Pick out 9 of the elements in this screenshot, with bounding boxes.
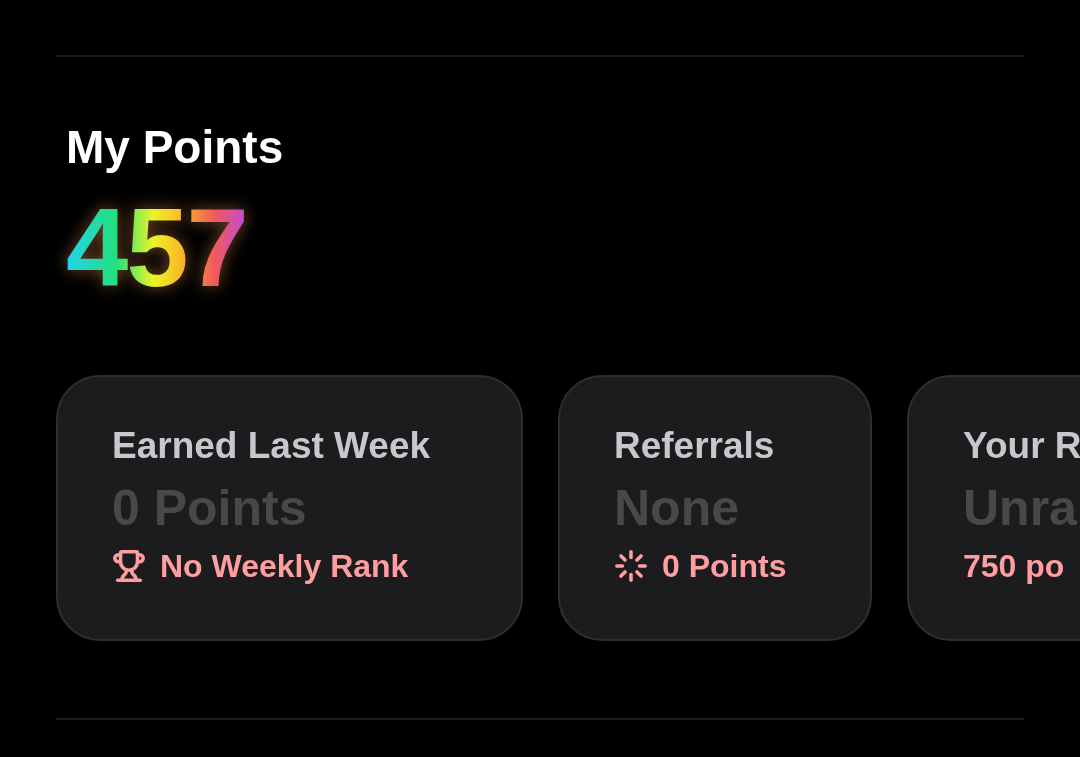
stat-note: 0 Points [662, 547, 787, 586]
stat-label: Earned Last Week [112, 424, 432, 468]
stat-label: Referrals [614, 424, 776, 468]
trophy-icon [112, 549, 146, 583]
stat-note: 750 po [963, 547, 1065, 586]
stat-label: Your R [963, 424, 1080, 468]
page-title: My Points [66, 120, 285, 175]
stat-note: No Weekly Rank [160, 547, 409, 586]
loader-icon [614, 549, 648, 583]
